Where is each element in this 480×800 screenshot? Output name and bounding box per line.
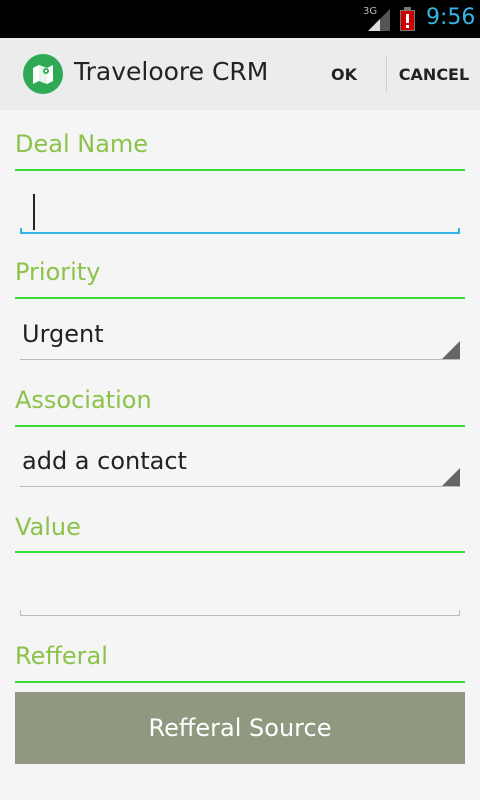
priority-label: Priority bbox=[15, 258, 101, 286]
signal-icon bbox=[368, 9, 390, 31]
refferal-source-button[interactable]: Refferal Source bbox=[15, 692, 465, 764]
association-label: Association bbox=[15, 386, 152, 414]
text-cursor bbox=[33, 194, 35, 230]
refferal-divider bbox=[15, 681, 465, 683]
association-selected: add a contact bbox=[22, 447, 187, 475]
priority-underline bbox=[20, 359, 460, 360]
deal-name-label: Deal Name bbox=[15, 130, 149, 158]
priority-spinner[interactable]: Urgent bbox=[20, 316, 460, 360]
association-divider bbox=[15, 425, 465, 427]
association-underline bbox=[20, 486, 460, 487]
priority-divider bbox=[15, 297, 465, 299]
cancel-button[interactable]: CANCEL bbox=[390, 38, 478, 110]
action-bar: Traveloore CRM OK CANCEL bbox=[0, 38, 480, 110]
value-input[interactable] bbox=[20, 568, 460, 616]
deal-name-divider bbox=[15, 169, 465, 171]
value-underline bbox=[20, 610, 460, 616]
deal-name-underline bbox=[20, 228, 460, 234]
deal-name-input[interactable] bbox=[20, 186, 460, 234]
refferal-label: Refferal bbox=[15, 642, 108, 670]
value-divider bbox=[15, 551, 465, 553]
priority-selected: Urgent bbox=[22, 320, 104, 348]
app-title: Traveloore CRM bbox=[74, 57, 269, 86]
clock: 9:56 bbox=[426, 5, 476, 30]
ok-button[interactable]: OK bbox=[304, 38, 384, 110]
dropdown-arrow-icon bbox=[442, 468, 460, 486]
dropdown-arrow-icon bbox=[442, 341, 460, 359]
app-logo bbox=[23, 54, 63, 94]
action-divider bbox=[386, 56, 387, 92]
battery-alert-icon bbox=[400, 7, 415, 31]
status-bar: 3G 9:56 bbox=[0, 0, 480, 38]
association-spinner[interactable]: add a contact bbox=[20, 443, 460, 487]
map-icon bbox=[33, 65, 53, 84]
value-label: Value bbox=[15, 513, 81, 541]
